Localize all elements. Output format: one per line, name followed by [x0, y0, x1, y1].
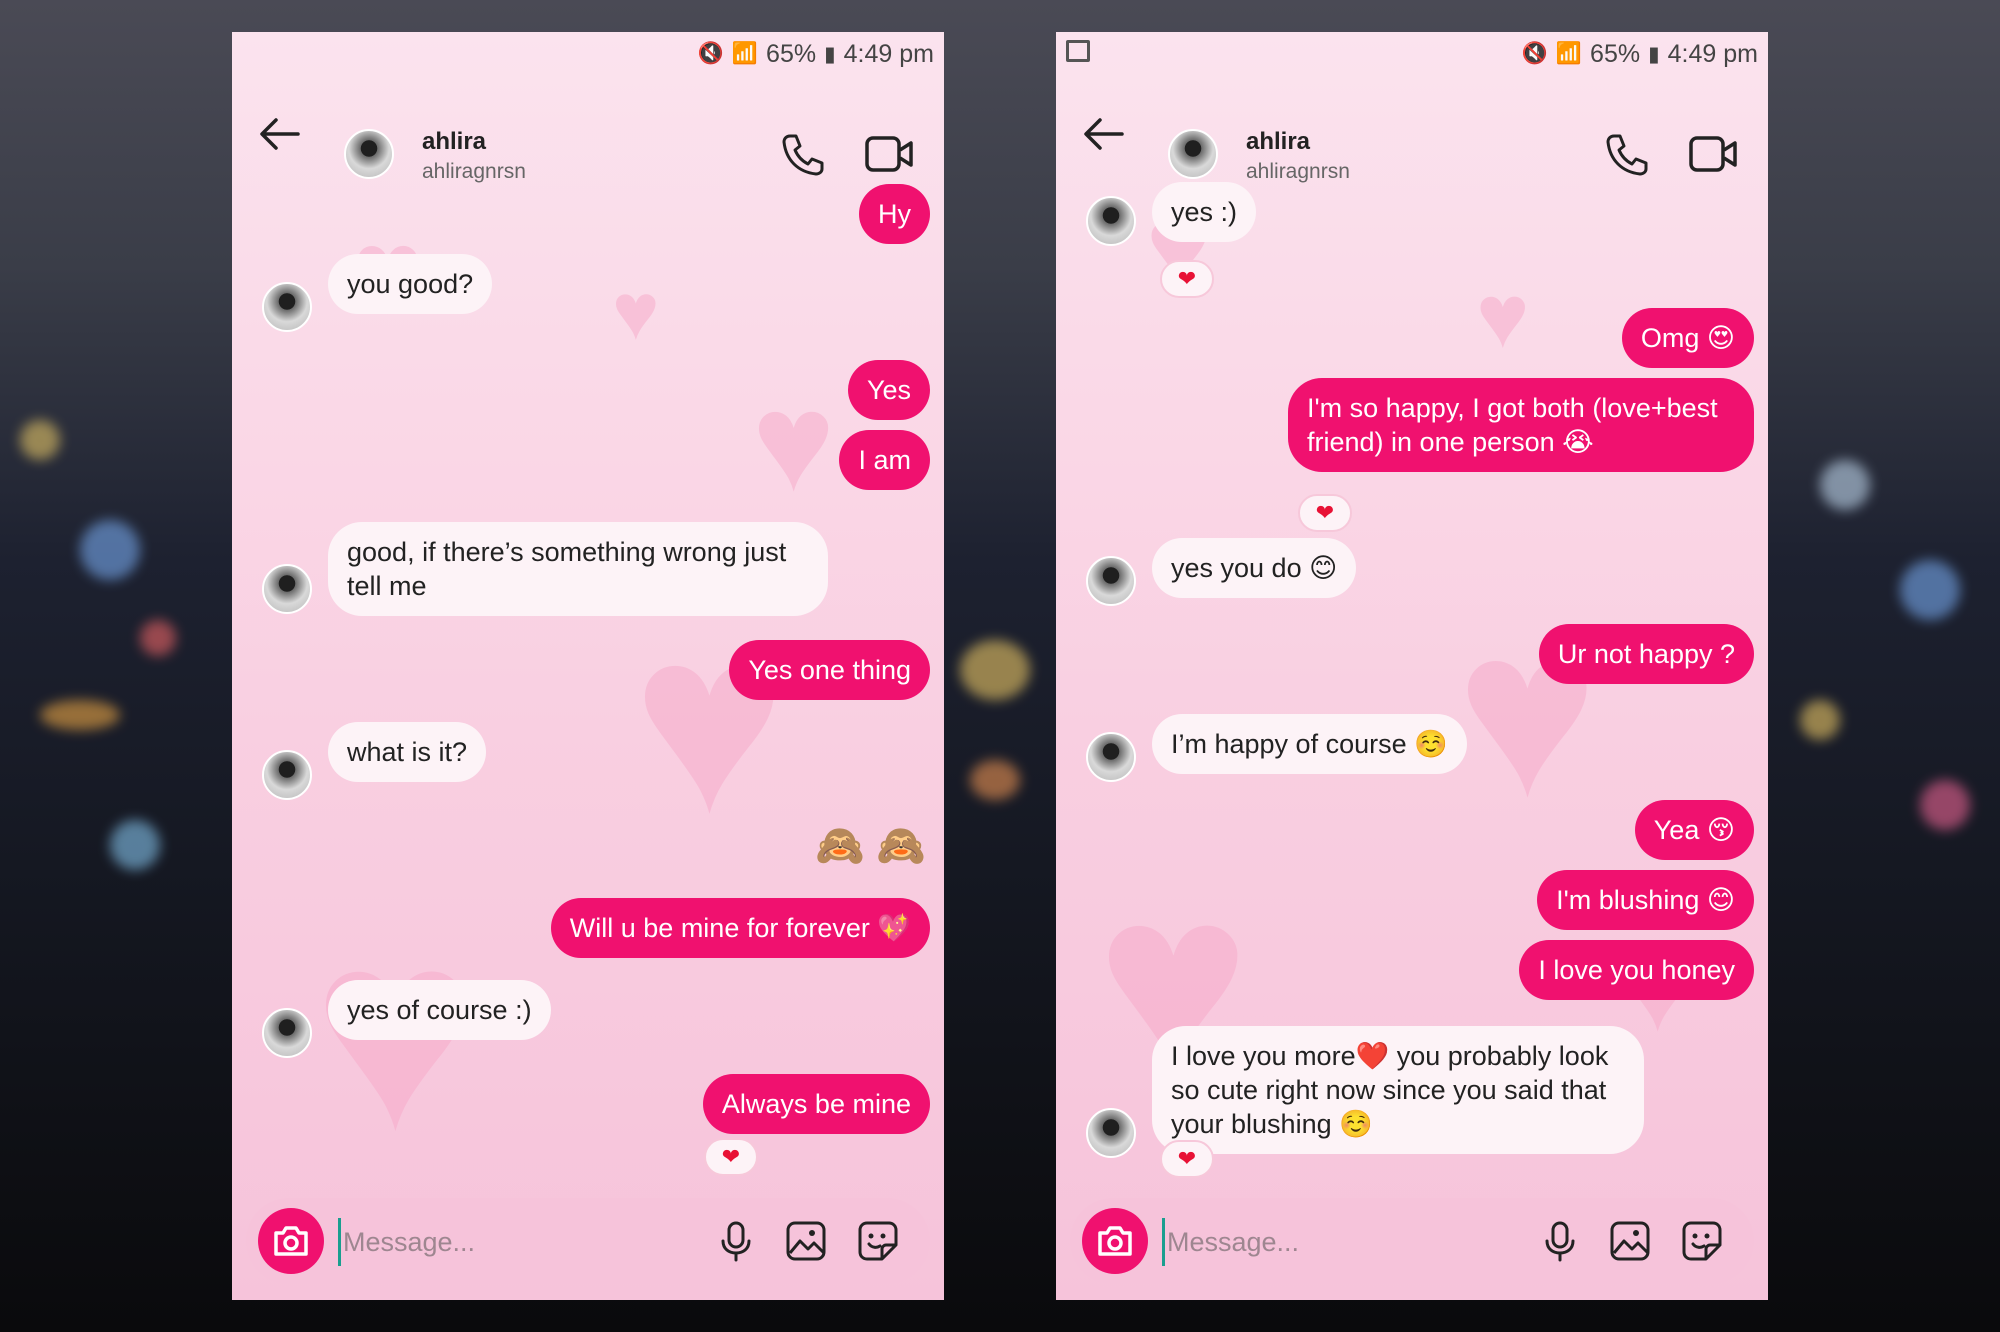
heart-reaction-icon[interactable]: ❤ — [704, 1138, 758, 1176]
chat-header: ahlira ahliragnrsn — [232, 92, 944, 192]
message-bubble-received[interactable]: I’m happy of course ☺️ — [1152, 714, 1467, 774]
message-bubble-received[interactable]: good, if there’s something wrong just te… — [328, 522, 828, 616]
mute-icon: 🔇 — [697, 42, 724, 65]
sender-avatar — [1086, 196, 1136, 246]
message-bubble-sent[interactable]: I am — [839, 430, 930, 490]
message-bubble-sent[interactable]: I love you honey — [1519, 940, 1754, 1000]
message-bubble-sent[interactable]: Will u be mine for forever 💖 — [550, 898, 930, 958]
sticker-icon[interactable] — [1680, 1219, 1724, 1263]
wifi-icon: 📶 — [1555, 42, 1583, 65]
chat-header: ahlira ahliragnrsn — [1056, 92, 1768, 192]
battery-level: 65% — [1590, 39, 1641, 68]
mute-icon: 🔇 — [1521, 42, 1548, 65]
message-bubble-received[interactable]: yes :) — [1152, 182, 1257, 242]
contact-avatar[interactable] — [344, 129, 394, 179]
sender-avatar — [262, 564, 312, 614]
heart-decoration: ♥ — [632, 577, 787, 867]
message-bubble-received[interactable]: I love you more❤️ you probably look so c… — [1152, 1026, 1644, 1154]
gallery-icon[interactable] — [784, 1219, 828, 1263]
battery-icon: ▮ — [824, 42, 836, 66]
gallery-icon[interactable] — [1608, 1219, 1652, 1263]
chat-screen-left: ♥ ♥ ♥ ♥ ♥ 🔇 📶 65% ▮ 4:49 pm ahlira ahlir… — [232, 32, 944, 1300]
phone-call-icon[interactable] — [780, 132, 824, 176]
status-bar: 🔇 📶 65% ▮ 4:49 pm — [232, 32, 944, 76]
heart-reaction-icon[interactable]: ❤ — [1160, 1140, 1214, 1178]
heart-decoration: ♥ — [1476, 267, 1530, 367]
sender-avatar — [1086, 1108, 1136, 1158]
message-bubble-sent[interactable]: Yea 😚 — [1634, 800, 1754, 860]
microphone-icon[interactable] — [1538, 1219, 1582, 1263]
sender-avatar — [1086, 556, 1136, 606]
message-bubble-received[interactable]: yes you do 😊 — [1152, 538, 1357, 598]
sender-avatar — [262, 282, 312, 332]
camera-button[interactable] — [258, 1208, 324, 1274]
message-input[interactable] — [338, 1218, 675, 1266]
message-bubble-received[interactable]: what is it? — [328, 722, 487, 782]
back-arrow-icon[interactable] — [1082, 112, 1126, 156]
message-bubble-received[interactable]: yes of course :) — [328, 980, 551, 1040]
message-bubble-sent[interactable]: Hy — [859, 184, 930, 244]
clock: 4:49 pm — [843, 39, 934, 68]
sender-avatar — [262, 750, 312, 800]
message-bubble-sent[interactable]: I'm blushing 😊 — [1537, 870, 1754, 930]
status-bar: 🔇 📶 65% ▮ 4:49 pm — [1056, 32, 1768, 76]
sender-avatar — [1086, 732, 1136, 782]
phone-call-icon[interactable] — [1604, 132, 1648, 176]
chat-screen-right: ♥ ♥ ♥ ♥ ♥ 🔇 📶 65% ▮ 4:49 pm ahlira ahlir… — [1056, 32, 1768, 1300]
heart-decoration: ♥ — [612, 267, 660, 356]
camera-button[interactable] — [1082, 1208, 1148, 1274]
message-bubble-sent[interactable]: Yes — [847, 360, 930, 420]
sticker-icon[interactable] — [856, 1219, 900, 1263]
contact-name[interactable]: ahlira — [422, 128, 486, 156]
video-call-icon[interactable] — [1688, 132, 1738, 176]
video-call-icon[interactable] — [864, 132, 914, 176]
contact-username: ahliragnrsn — [1246, 160, 1350, 183]
contact-username: ahliragnrsn — [422, 160, 526, 183]
message-bubble-sent[interactable]: Omg 😍 — [1621, 308, 1754, 368]
message-composer — [1070, 1198, 1754, 1284]
message-bubble-sent[interactable]: I'm so happy, I got both (love+best frie… — [1288, 378, 1754, 472]
contact-name[interactable]: ahlira — [1246, 128, 1310, 156]
message-bubble-received[interactable]: you good? — [328, 254, 493, 314]
message-bubble-sent[interactable]: Ur not happy ? — [1538, 624, 1754, 684]
battery-icon: ▮ — [1648, 42, 1660, 66]
message-composer — [246, 1198, 930, 1284]
camera-icon — [1098, 1226, 1132, 1256]
message-bubble-sent[interactable]: Always be mine — [702, 1074, 930, 1134]
sender-avatar — [262, 1008, 312, 1058]
emoji-message[interactable]: 🙈 🙈 — [815, 822, 926, 869]
contact-avatar[interactable] — [1168, 129, 1218, 179]
clock: 4:49 pm — [1667, 39, 1758, 68]
battery-level: 65% — [766, 39, 817, 68]
camera-icon — [274, 1226, 308, 1256]
screenshot-notification-icon — [1066, 40, 1090, 62]
microphone-icon[interactable] — [714, 1219, 758, 1263]
message-bubble-sent[interactable]: Yes one thing — [729, 640, 930, 700]
heart-decoration: ♥ — [752, 363, 836, 520]
back-arrow-icon[interactable] — [258, 112, 302, 156]
heart-reaction-icon[interactable]: ❤ — [1298, 494, 1352, 532]
message-input[interactable] — [1162, 1218, 1499, 1266]
wifi-icon: 📶 — [731, 42, 759, 65]
heart-reaction-icon[interactable]: ❤ — [1160, 260, 1214, 298]
